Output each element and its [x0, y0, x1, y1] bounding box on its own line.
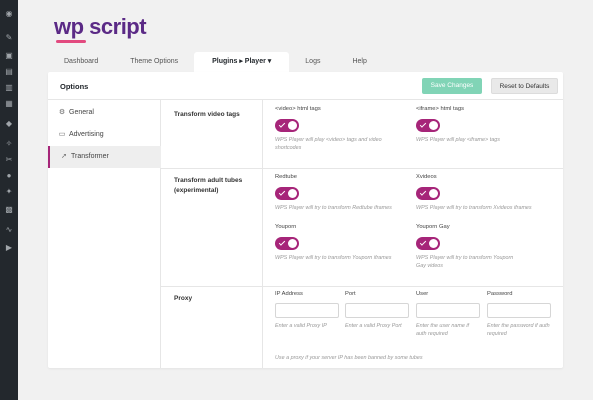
toggle-knob [429, 239, 438, 248]
youporn-gay-help: WPS Player will try to transform Youporn… [416, 255, 514, 269]
pages-icon[interactable]: ▤ [5, 68, 13, 76]
section-label-adult-tubes: Transform adult tubes (experimental) [174, 177, 243, 194]
tab-plugins-player[interactable]: Plugins ▸ Player ▾ [194, 52, 290, 72]
proxy-ip-help: Enter a valid Proxy IP [275, 323, 327, 329]
video-tag-toggle[interactable] [275, 119, 299, 132]
xvideos-help: WPS Player will try to transform Xvideos… [416, 205, 532, 211]
posts-pin-icon[interactable]: ✎ [5, 34, 13, 42]
brand-logo: wp script [54, 14, 147, 43]
proxy-user-label: User [416, 291, 429, 297]
column-divider [262, 100, 263, 368]
options-nav: ⚙ General ▭ Advertising ➚ Transformer [48, 100, 161, 368]
proxy-port-help: Enter a valid Proxy Port [345, 323, 402, 329]
proxy-port-input[interactable] [345, 303, 409, 318]
tab-dashboard[interactable]: Dashboard [48, 52, 114, 72]
settings-icon[interactable]: ▩ [5, 206, 13, 214]
proxy-password-label: Password [487, 291, 513, 297]
options-title: Options [60, 82, 89, 91]
nav-item-label: Advertising [69, 131, 104, 138]
comments-icon[interactable]: ▥ [5, 84, 13, 92]
section-label-video-tags: Transform video tags [174, 111, 240, 118]
proxy-password-help: Enter the password if auth required [487, 323, 550, 337]
wpscript-icon[interactable]: ∿ [5, 226, 13, 234]
proxy-ip-input[interactable] [275, 303, 339, 318]
video-tag-help: WPS Player will play <video> tags and vi… [275, 137, 382, 151]
youporn-gay-label: Youporn Gay [416, 224, 450, 230]
speech-icon[interactable]: ◆ [5, 120, 13, 128]
tab-logs[interactable]: Logs [289, 52, 336, 72]
section-divider [161, 168, 563, 169]
nav-item-label: Transformer [71, 153, 109, 160]
youporn-toggle[interactable] [275, 237, 299, 250]
appearance-icon[interactable]: ✧ [5, 140, 13, 148]
nav-item-advertising[interactable]: ▭ Advertising [48, 124, 161, 146]
proxy-ip-label: IP Address [275, 291, 303, 297]
reset-defaults-button[interactable]: Reset to Defaults [491, 78, 558, 94]
options-card: Options Save Changes Reset to Defaults ⚙… [48, 72, 563, 368]
tab-theme-options[interactable]: Theme Options [114, 52, 194, 72]
ad-icon: ▭ [58, 131, 66, 138]
check-icon [419, 189, 427, 196]
check-icon [419, 239, 427, 246]
section-label-proxy: Proxy [174, 295, 193, 302]
brand-underline [56, 40, 86, 43]
proxy-user-help: Enter the user name if auth required [416, 323, 470, 337]
options-header: Options Save Changes Reset to Defaults [48, 72, 563, 100]
redtube-label: Redtube [275, 174, 297, 180]
proxy-port-label: Port [345, 291, 356, 297]
collapse-icon[interactable]: ▶ [5, 244, 13, 252]
check-icon [278, 239, 286, 246]
gear-icon: ⚙ [58, 109, 66, 116]
toggle-knob [288, 189, 297, 198]
iframe-tag-toggle[interactable] [416, 119, 440, 132]
video-tag-label: <video> html tags [275, 106, 321, 112]
redtube-toggle[interactable] [275, 187, 299, 200]
feedback-icon[interactable]: ▦ [5, 100, 13, 108]
nav-item-label: General [69, 109, 94, 116]
iframe-tag-help: WPS Player will play <iframe> tags [416, 137, 500, 143]
xvideos-label: Xvideos [416, 174, 437, 180]
wp-admin-sidebar: ◉ ✎ ▣ ▤ ▥ ▦ ◆ ✧ ✂ ● ✦ ▩ ∿ ▶ [0, 0, 18, 400]
nav-item-general[interactable]: ⚙ General [48, 102, 161, 124]
users-icon[interactable]: ● [5, 172, 13, 180]
brand-name: wp script [54, 14, 147, 39]
youporn-label: Youporn [275, 224, 297, 230]
toggle-knob [429, 189, 438, 198]
proxy-password-input[interactable] [487, 303, 551, 318]
proxy-note: Use a proxy if your server IP has been b… [275, 355, 423, 361]
top-tabs: Dashboard Theme Options Plugins ▸ Player… [48, 52, 383, 72]
tab-help[interactable]: Help [336, 52, 382, 72]
dashboard-icon[interactable]: ◉ [5, 10, 13, 18]
check-icon [419, 121, 427, 128]
tools-icon[interactable]: ✦ [5, 188, 13, 196]
youporn-help: WPS Player will try to transform Youporn… [275, 255, 392, 261]
nav-item-transformer[interactable]: ➚ Transformer [48, 146, 161, 168]
check-icon [278, 121, 286, 128]
youporn-gay-toggle[interactable] [416, 237, 440, 250]
check-icon [278, 189, 286, 196]
proxy-user-input[interactable] [416, 303, 480, 318]
toggle-knob [429, 121, 438, 130]
plugins-icon[interactable]: ✂ [5, 156, 13, 164]
redtube-help: WPS Player will try to transform Redtube… [275, 205, 392, 211]
section-divider [161, 286, 563, 287]
rocket-icon: ➚ [61, 153, 67, 160]
xvideos-toggle[interactable] [416, 187, 440, 200]
toggle-knob [288, 239, 297, 248]
media-icon[interactable]: ▣ [5, 52, 13, 60]
toggle-knob [288, 121, 297, 130]
save-changes-button[interactable]: Save Changes [422, 78, 482, 94]
iframe-tag-label: <iframe> html tags [416, 106, 465, 112]
